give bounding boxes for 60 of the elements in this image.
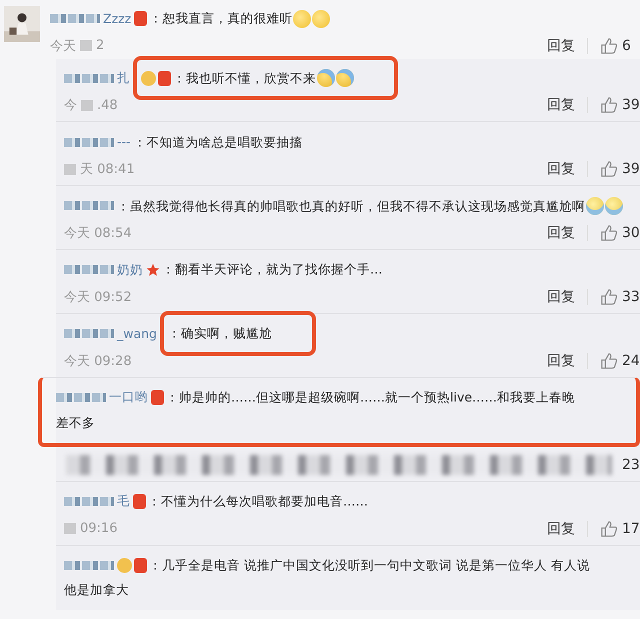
like-count: 30 bbox=[622, 225, 640, 242]
blurred-name bbox=[64, 74, 114, 83]
user-name[interactable]: Zzzz bbox=[103, 10, 132, 26]
reply-text: ：帅是帅的……但这哪是超级碗啊……就一个预热live……和我要上春晚 bbox=[166, 390, 576, 405]
reply-link[interactable]: 回复 bbox=[547, 352, 575, 370]
reply-text: ：不懂为什么每次唱歌都要加电音…… bbox=[148, 494, 368, 509]
like-count: 24 bbox=[622, 352, 640, 369]
reply-text: ：不知道为啥总是唱歌要抽搐 bbox=[134, 134, 303, 150]
blurred-name bbox=[64, 329, 114, 338]
reply-link[interactable]: 回复 bbox=[547, 96, 575, 114]
blurred-name bbox=[64, 265, 114, 274]
timestamp: 今天 bbox=[50, 38, 76, 55]
reply-text: 他是加拿大 bbox=[64, 582, 129, 598]
like-count: 39 bbox=[622, 161, 640, 178]
like-icon[interactable] bbox=[600, 160, 618, 178]
reply-text: ：我也听不懂，欣赏不来 bbox=[173, 70, 316, 86]
reply-link[interactable]: 回复 bbox=[547, 288, 575, 306]
blurred-name bbox=[50, 14, 100, 24]
like-icon[interactable] bbox=[600, 352, 618, 370]
like-count: 39 bbox=[622, 97, 640, 114]
user-name[interactable]: 奶奶 bbox=[117, 262, 143, 277]
user-name[interactable]: 扎 bbox=[117, 70, 130, 86]
timestamp: 天 08:41 bbox=[80, 161, 135, 178]
reply-link[interactable]: 回复 bbox=[547, 520, 575, 538]
like-icon[interactable] bbox=[600, 224, 618, 242]
timestamp: 09:16 bbox=[80, 521, 118, 536]
reply-text: ：确实啊，贼尴尬 bbox=[168, 326, 272, 341]
blurred-name bbox=[64, 496, 114, 506]
like-icon[interactable] bbox=[600, 288, 618, 306]
blurred-text bbox=[80, 40, 92, 52]
timestamp: 今天 08:54 bbox=[64, 225, 132, 242]
reply-text: ：几乎全是电音 说推广中国文化没听到一句中文歌词 说是第一位华人 有人说 bbox=[149, 557, 590, 572]
reply-link[interactable]: 回复 bbox=[547, 36, 575, 55]
like-icon[interactable] bbox=[600, 96, 618, 114]
like-icon[interactable] bbox=[600, 36, 618, 55]
timestamp: 今 bbox=[64, 97, 77, 114]
user-name[interactable]: 毛 bbox=[117, 493, 130, 508]
like-count: 6 bbox=[622, 38, 632, 54]
timestamp: .48 bbox=[97, 98, 118, 113]
reply-link[interactable]: 回复 bbox=[547, 160, 575, 178]
user-name[interactable]: --- bbox=[117, 134, 131, 150]
like-count: 23 bbox=[622, 456, 640, 473]
blurred-name bbox=[64, 560, 114, 570]
blurred-name bbox=[64, 138, 114, 147]
blurred-name bbox=[56, 392, 106, 402]
comment-text: ：恕我直言，真的很难听 bbox=[149, 10, 292, 26]
user-name[interactable]: 一口哟 bbox=[109, 389, 148, 404]
blurred-name bbox=[64, 201, 114, 210]
reply-text: ：虽然我觉得他长得真的帅唱歌也真的好听，但我不得不承认这现场感觉真尴尬啊 bbox=[117, 198, 585, 214]
blurred-text bbox=[81, 100, 93, 111]
reply-text: ：翻看半天评论，就为了找你握个手… bbox=[162, 262, 382, 278]
like-count: 33 bbox=[622, 289, 640, 306]
reply-link[interactable]: 回复 bbox=[547, 224, 575, 242]
like-icon[interactable] bbox=[600, 520, 618, 538]
timestamp: 今天 09:52 bbox=[64, 289, 132, 306]
user-name[interactable]: _wang bbox=[117, 326, 157, 341]
timestamp: 今天 09:28 bbox=[64, 352, 132, 370]
like-count: 17 bbox=[622, 520, 640, 537]
reply-text: 差不多 bbox=[56, 414, 95, 430]
timestamp: 2 bbox=[96, 38, 104, 54]
